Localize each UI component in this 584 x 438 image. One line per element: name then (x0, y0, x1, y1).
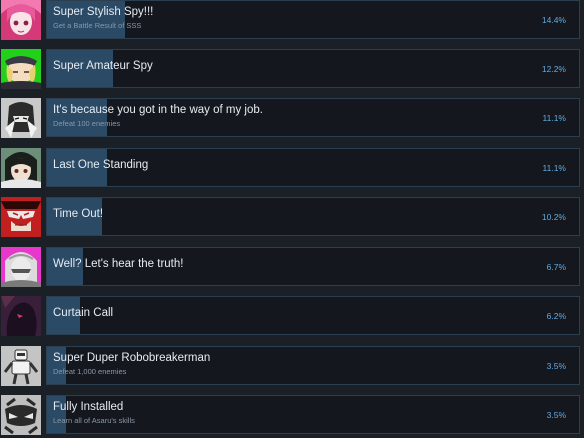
pink-haired-girl-icon (1, 0, 41, 40)
achievement-panel: Fully Installed Learn all of Asaru's skil… (46, 395, 580, 434)
masked-red-character-icon (1, 197, 41, 237)
hooded-ninja-icon (1, 98, 41, 138)
achievement-description: Learn all of Asaru's skills (53, 416, 135, 425)
unlock-percentage: 11.1% (542, 163, 566, 173)
achievement-panel: Super Amateur Spy 12.2% (46, 49, 580, 88)
white-haired-character-icon (1, 247, 41, 287)
achievement-panel: Curtain Call 6.2% (46, 296, 580, 335)
achievement-panel: Last One Standing 11.1% (46, 148, 580, 187)
achievement-title: It's because you got in the way of my jo… (53, 104, 263, 116)
robot-icon (1, 346, 41, 386)
achievement-title: Super Stylish Spy!!! (53, 6, 154, 18)
achievement-panel: It's because you got in the way of my jo… (46, 98, 580, 137)
achievement-description: Defeat 100 enemies (53, 119, 121, 128)
unlock-percentage: 6.2% (546, 311, 566, 321)
achievement-panel: Time Out! 10.2% (46, 197, 580, 236)
achievement-title: Time Out! (53, 208, 104, 220)
achievement-title: Super Amateur Spy (53, 60, 153, 72)
achievement-panel: Super Duper Robobreakerman Defeat 1,000 e… (46, 346, 580, 385)
achievement-row[interactable]: Well? Let's hear the truth! 6.7% (0, 247, 584, 289)
achievement-panel: Well? Let's hear the truth! 6.7% (46, 247, 580, 286)
achievement-title: Last One Standing (53, 159, 149, 171)
achievement-row[interactable]: Curtain Call 6.2% (0, 296, 584, 338)
achievement-title: Well? Let's hear the truth! (53, 258, 184, 270)
achievement-title: Curtain Call (53, 307, 114, 319)
dark-haired-girl-icon (1, 148, 41, 188)
unlock-percentage: 10.2% (541, 212, 566, 222)
achievement-row[interactable]: Fully Installed Learn all of Asaru's skil… (0, 395, 584, 437)
achievement-row[interactable]: Super Amateur Spy 12.2% (0, 49, 584, 91)
achievement-row[interactable]: Super Stylish Spy!!! Get a Battle Result … (0, 0, 584, 42)
unlock-percentage: 3.5% (546, 410, 566, 420)
shadow-figure-icon (1, 296, 41, 336)
achievement-title: Fully Installed (53, 401, 124, 413)
achievement-row[interactable]: Last One Standing 11.1% (0, 148, 584, 190)
achievement-list: Super Stylish Spy!!! Get a Battle Result … (0, 0, 584, 438)
unlock-percentage: 12.2% (541, 64, 566, 74)
unlock-percentage: 11.1% (542, 113, 566, 123)
achievement-row[interactable]: Super Duper Robobreakerman Defeat 1,000 e… (0, 346, 584, 388)
achievement-title: Super Duper Robobreakerman (53, 352, 211, 364)
gear-mask-icon (1, 395, 41, 435)
unlock-percentage: 14.4% (541, 15, 566, 25)
achievement-description: Defeat 1,000 enemies (53, 367, 127, 376)
blonde-spy-icon (1, 49, 41, 89)
unlock-percentage: 3.5% (546, 361, 566, 371)
achievement-row[interactable]: Time Out! 10.2% (0, 197, 584, 239)
achievement-row[interactable]: It's because you got in the way of my jo… (0, 98, 584, 140)
achievement-description: Get a Battle Result of SSS (53, 21, 142, 30)
unlock-percentage: 6.7% (546, 262, 566, 272)
achievement-panel: Super Stylish Spy!!! Get a Battle Result … (46, 0, 580, 39)
